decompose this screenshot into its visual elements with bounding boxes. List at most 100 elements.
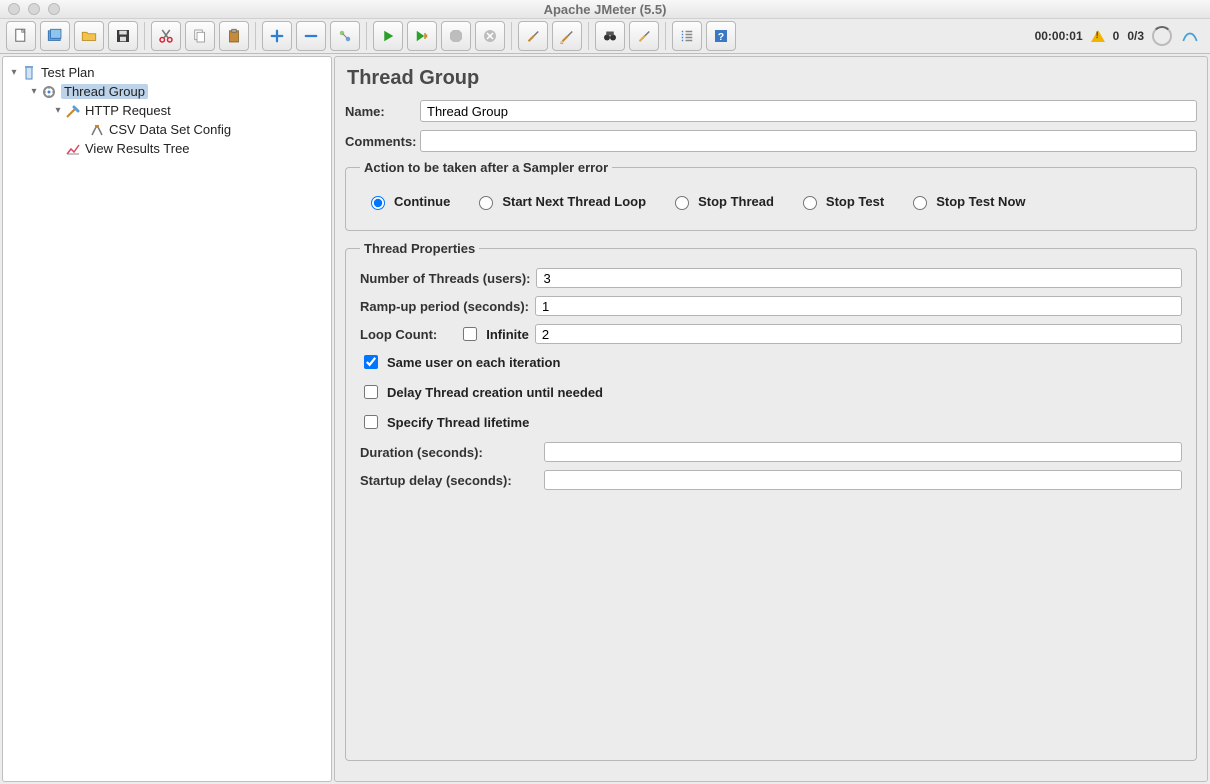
clear-button[interactable] — [518, 21, 548, 51]
delay-thread-label: Delay Thread creation until needed — [387, 385, 603, 400]
minimize-window-icon[interactable] — [28, 3, 40, 15]
toolbar-separator — [255, 22, 256, 50]
radio-stop-test-input[interactable] — [803, 196, 817, 210]
radio-label: Continue — [394, 194, 450, 209]
start-no-timers-button[interactable] — [407, 21, 437, 51]
radio-start-next[interactable]: Start Next Thread Loop — [474, 193, 646, 210]
specify-lifetime-checkbox-row[interactable]: Specify Thread lifetime — [360, 412, 1182, 432]
expand-toggle-icon[interactable]: ▾ — [9, 68, 19, 78]
stop-button[interactable] — [441, 21, 471, 51]
help-button[interactable]: ? — [706, 21, 736, 51]
radio-stop-test-now-input[interactable] — [913, 196, 927, 210]
radio-continue[interactable]: Continue — [366, 193, 450, 210]
toggle-button[interactable] — [330, 21, 360, 51]
function-helper-button[interactable] — [672, 21, 702, 51]
toolbar-separator — [366, 22, 367, 50]
tree-item-test-plan[interactable]: ▾ Test Plan — [5, 63, 329, 82]
tree-item-label: Test Plan — [41, 65, 94, 80]
search-button[interactable] — [595, 21, 625, 51]
titlebar: Apache JMeter (5.5) — [0, 0, 1210, 19]
delay-thread-checkbox-row[interactable]: Delay Thread creation until needed — [360, 382, 1182, 402]
leaf-icon — [77, 125, 87, 135]
tree-item-http-request[interactable]: ▾ HTTP Request — [5, 101, 329, 120]
stop-icon — [447, 27, 465, 45]
duration-label: Duration (seconds): — [360, 445, 538, 460]
delay-thread-checkbox[interactable] — [364, 385, 378, 399]
startup-delay-input[interactable] — [544, 470, 1182, 490]
tree-panel[interactable]: ▾ Test Plan ▾ Thread Group ▾ — [2, 56, 332, 782]
templates-button[interactable] — [40, 21, 70, 51]
name-input[interactable] — [420, 100, 1197, 122]
elapsed-time: 00:00:01 — [1035, 29, 1083, 43]
comments-input[interactable] — [420, 130, 1197, 152]
radio-stop-thread[interactable]: Stop Thread — [670, 193, 774, 210]
toolbar-separator — [144, 22, 145, 50]
play-alt-icon — [413, 27, 431, 45]
cut-icon — [157, 27, 175, 45]
radio-label: Start Next Thread Loop — [502, 194, 646, 209]
same-user-checkbox-row[interactable]: Same user on each iteration — [360, 352, 1182, 372]
broom-search-icon — [635, 27, 653, 45]
duration-input[interactable] — [544, 442, 1182, 462]
expand-toggle-icon[interactable]: ▾ — [29, 87, 39, 97]
expand-button[interactable] — [262, 21, 292, 51]
new-file-button[interactable] — [6, 21, 36, 51]
zoom-window-icon[interactable] — [48, 3, 60, 15]
toolbar-separator — [665, 22, 666, 50]
expand-toggle-icon[interactable]: ▾ — [53, 106, 63, 116]
broom-icon — [524, 27, 542, 45]
detail-panel: Thread Group Name: Comments: Action to b… — [334, 56, 1208, 782]
tree-item-view-results[interactable]: View Results Tree — [5, 139, 329, 158]
reset-search-button[interactable] — [629, 21, 659, 51]
tree-item-thread-group[interactable]: ▾ Thread Group — [5, 82, 329, 101]
toggle-icon — [336, 27, 354, 45]
radio-start-next-input[interactable] — [479, 196, 493, 210]
radio-stop-thread-input[interactable] — [675, 196, 689, 210]
copy-icon — [191, 27, 209, 45]
tree-item-label: CSV Data Set Config — [109, 122, 231, 137]
loop-count-input[interactable] — [535, 324, 1182, 344]
save-icon — [114, 27, 132, 45]
status-bar: 00:00:01 0 0/3 — [1035, 26, 1206, 46]
paste-button[interactable] — [219, 21, 249, 51]
help-icon: ? — [712, 27, 730, 45]
specify-lifetime-label: Specify Thread lifetime — [387, 415, 529, 430]
file-icon — [12, 27, 30, 45]
binoculars-icon — [601, 27, 619, 45]
ramp-up-label: Ramp-up period (seconds): — [360, 299, 529, 314]
collapse-button[interactable] — [296, 21, 326, 51]
play-icon — [379, 27, 397, 45]
num-threads-input[interactable] — [536, 268, 1182, 288]
num-threads-label: Number of Threads (users): — [360, 271, 530, 286]
tree-item-csv-config[interactable]: CSV Data Set Config — [5, 120, 329, 139]
cut-button[interactable] — [151, 21, 181, 51]
test-plan-icon — [21, 65, 37, 81]
loop-infinite-label: Infinite — [486, 327, 529, 342]
same-user-checkbox[interactable] — [364, 355, 378, 369]
start-button[interactable] — [373, 21, 403, 51]
minus-icon — [302, 27, 320, 45]
comments-label: Comments: — [345, 134, 420, 149]
radio-stop-test[interactable]: Stop Test — [798, 193, 884, 210]
specify-lifetime-checkbox[interactable] — [364, 415, 378, 429]
clear-all-button[interactable] — [552, 21, 582, 51]
radio-stop-test-now[interactable]: Stop Test Now — [908, 193, 1025, 210]
warning-icon[interactable] — [1091, 30, 1105, 42]
copy-button[interactable] — [185, 21, 215, 51]
threads-count: 0/3 — [1127, 29, 1144, 43]
loop-infinite-checkbox[interactable] — [463, 327, 477, 341]
radio-continue-input[interactable] — [371, 196, 385, 210]
tree-item-label: Thread Group — [61, 84, 148, 99]
folder-open-icon — [80, 27, 98, 45]
ramp-up-input[interactable] — [535, 296, 1182, 316]
thread-group-icon — [41, 84, 57, 100]
close-window-icon[interactable] — [8, 3, 20, 15]
shutdown-button[interactable] — [475, 21, 505, 51]
shutdown-icon — [481, 27, 499, 45]
leaf-icon — [53, 144, 63, 154]
toolbar-separator — [588, 22, 589, 50]
view-results-tree-icon — [65, 141, 81, 157]
open-button[interactable] — [74, 21, 104, 51]
thread-properties-legend: Thread Properties — [360, 241, 479, 256]
save-button[interactable] — [108, 21, 138, 51]
